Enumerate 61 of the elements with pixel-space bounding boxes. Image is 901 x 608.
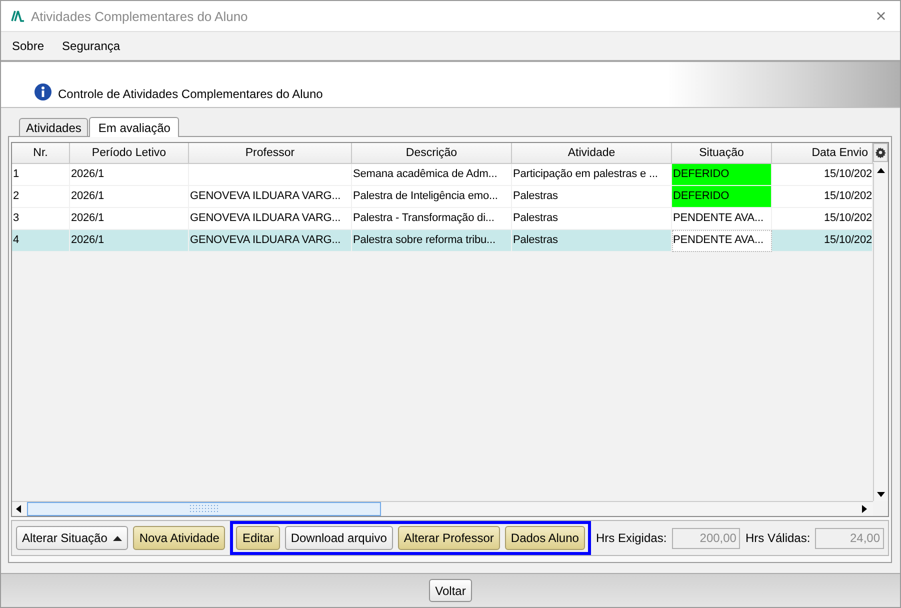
info-icon: [34, 83, 52, 101]
status-cell: DEFERIDO: [672, 186, 772, 208]
scrollbar-thumb[interactable]: [27, 502, 381, 516]
scroll-up-icon[interactable]: [877, 168, 885, 173]
status-cell: PENDENTE AVA...: [672, 208, 772, 230]
table-cell: Palestra - Transformação di...: [352, 208, 512, 230]
action-button[interactable]: Download arquivo: [284, 526, 393, 550]
table-cell: Participação em palestras e ...: [512, 164, 672, 186]
dropdown-button[interactable]: Alterar Situação: [16, 526, 128, 550]
table-cell: 15/10/202: [772, 186, 873, 208]
scroll-right-icon[interactable]: [862, 505, 867, 513]
column-header[interactable]: Data Envio: [772, 143, 873, 164]
table-cell: Palestra de Inteligência emo...: [352, 186, 512, 208]
table-cell: 15/10/202: [772, 164, 873, 186]
table-cell: 2026/1: [70, 208, 189, 230]
field-label: Hrs Exigidas:: [596, 531, 667, 545]
status-cell: DEFERIDO: [672, 164, 772, 186]
column-header[interactable]: Período Letivo: [70, 143, 189, 164]
action-button[interactable]: Alterar Professor: [398, 526, 500, 550]
close-button[interactable]: ×: [870, 6, 892, 26]
table-cell: 2026/1: [70, 230, 189, 252]
tab[interactable]: Atividades: [19, 118, 88, 136]
table-cell: 2026/1: [70, 164, 189, 186]
column-header[interactable]: Atividade: [512, 143, 672, 164]
table-cell: 1: [12, 164, 70, 186]
table-cell: GENOVEVA ILDUARA VARG...: [189, 230, 352, 252]
caret-icon: [113, 536, 122, 540]
table-cell: Palestras: [512, 208, 672, 230]
table-cell: Palestras: [512, 186, 672, 208]
column-header[interactable]: Professor: [189, 143, 352, 164]
action-button[interactable]: Editar: [236, 526, 280, 550]
table-cell: 15/10/202: [772, 208, 873, 230]
table-cell: 4: [12, 230, 70, 252]
table-cell: 2026/1: [70, 186, 189, 208]
table-cell: 3: [12, 208, 70, 230]
vertical-scrollbar[interactable]: [873, 163, 888, 501]
action-button[interactable]: Nova Atividade: [133, 526, 226, 550]
table-cell: GENOVEVA ILDUARA VARG...: [189, 208, 352, 230]
action-button[interactable]: Dados Aluno: [504, 526, 585, 550]
horizontal-scrollbar[interactable]: [12, 501, 873, 516]
tab[interactable]: Em avaliação: [89, 117, 180, 137]
scroll-down-icon[interactable]: [877, 492, 885, 497]
column-header[interactable]: Situação: [672, 143, 772, 164]
window-title: Atividades Complementares do Aluno: [31, 8, 249, 24]
table-cell: Palestras: [512, 230, 672, 252]
status-cell: PENDENTE AVA...: [672, 230, 772, 252]
table-cell: Palestra sobre reforma tribu...: [352, 230, 512, 252]
back-button[interactable]: Voltar: [429, 579, 472, 602]
menu-item[interactable]: Segurança: [61, 37, 122, 55]
app-logo-icon: [11, 10, 25, 22]
scroll-left-icon[interactable]: [16, 505, 21, 513]
table-cell: GENOVEVA ILDUARA VARG...: [189, 186, 352, 208]
header-title: Controle de Atividades Complementares do Aluno: [58, 87, 323, 101]
table-cell: 15/10/202: [772, 230, 873, 252]
column-header[interactable]: Nr.: [12, 143, 70, 164]
field-label: Hrs Válidas:: [745, 531, 810, 545]
table-cell: Semana acadêmica de Adm...: [352, 164, 512, 186]
settings-icon[interactable]: [873, 143, 888, 162]
menu-item[interactable]: Sobre: [11, 37, 46, 55]
table-cell: 2: [12, 186, 70, 208]
column-header[interactable]: Descrição: [352, 143, 512, 164]
